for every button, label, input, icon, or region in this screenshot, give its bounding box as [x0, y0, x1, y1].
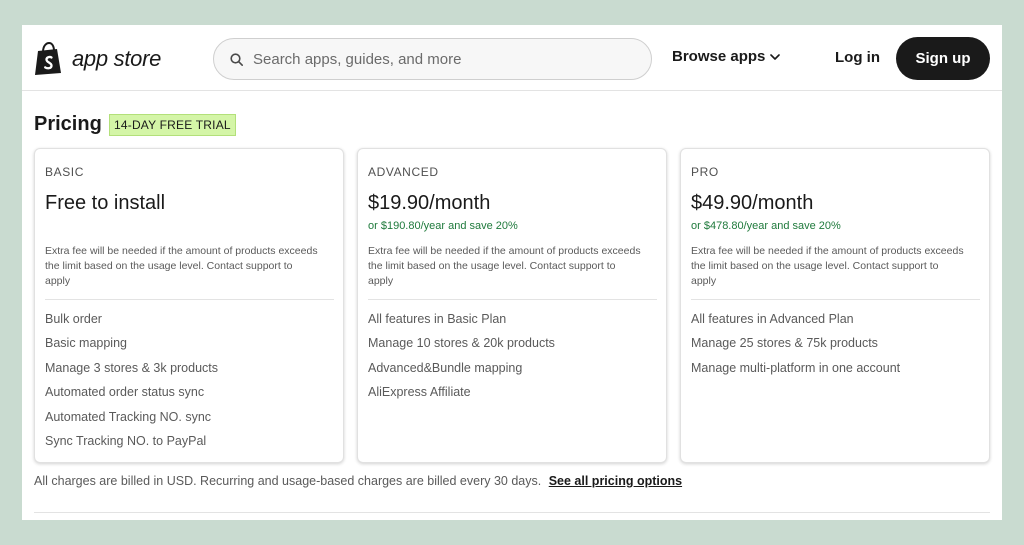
header: app store Browse apps Log in Sign up [22, 25, 1002, 91]
plan-price: $49.90/month [691, 192, 814, 214]
billing-footnote-text: All charges are billed in USD. Recurring… [34, 474, 542, 488]
search-input[interactable] [253, 50, 623, 68]
plan-feature: Automated Tracking NO. sync [45, 409, 212, 424]
plan-feature: Manage 10 stores & 20k products [368, 336, 555, 351]
search-icon [230, 52, 243, 66]
plan-feature: Automated order status sync [45, 385, 205, 400]
plan-feature: Basic mapping [45, 336, 127, 351]
shopify-bag-icon [35, 42, 61, 75]
plan-feature: All features in Advanced Plan [691, 312, 854, 326]
plan-feature-list: All features in Advanced Plan Manage 25 … [691, 311, 979, 384]
plan-feature: AliExpress Affiliate [368, 385, 471, 400]
plan-divider [368, 299, 657, 300]
plan-price: Free to install [45, 192, 166, 214]
plan-feature: Manage multi-platform in one account [691, 360, 901, 375]
plan-name: ADVANCED [368, 165, 439, 179]
plan-fee-note: Extra fee will be needed if the amount o… [45, 245, 318, 287]
plan-annual-price: or $190.80/year and save 20% [368, 220, 518, 232]
plan-feature: Advanced&Bundle mapping [368, 360, 523, 375]
browse-apps-menu[interactable]: Browse apps [672, 48, 781, 65]
billing-footnote: All charges are billed in USD. Recurring… [34, 474, 682, 488]
plan-divider [45, 299, 334, 300]
plan-fee-note: Extra fee will be needed if the amount o… [691, 245, 964, 287]
see-all-pricing-link[interactable]: See all pricing options [549, 474, 682, 488]
plan-feature-list: All features in Basic Plan Manage 10 sto… [368, 311, 656, 409]
plan-price: $19.90/month [368, 192, 491, 214]
section-divider [34, 512, 990, 513]
plan-feature: Bulk order [45, 312, 102, 326]
login-link[interactable]: Log in [835, 49, 880, 66]
plan-name: BASIC [45, 165, 85, 179]
plan-annual-price [45, 220, 333, 234]
plan-feature: All features in Basic Plan [368, 312, 507, 326]
free-trial-badge: 14-DAY FREE TRIAL [109, 114, 236, 136]
app-store-logo[interactable]: app store [34, 42, 161, 75]
plan-fee-note: Extra fee will be needed if the amount o… [368, 245, 641, 287]
plan-card-advanced: ADVANCED $19.90/month or $190.80/year an… [357, 148, 667, 463]
plan-annual-price: or $478.80/year and save 20% [691, 220, 841, 232]
plan-divider [691, 299, 980, 300]
logo-text: app store [72, 45, 162, 71]
plan-feature-list: Bulk order Basic mapping Manage 3 stores… [45, 311, 333, 457]
search-bar[interactable] [213, 38, 652, 80]
signup-button[interactable]: Sign up [896, 37, 990, 80]
page-frame: app store Browse apps Log in Sign up Pri… [22, 25, 1002, 520]
chevron-down-icon [770, 53, 781, 60]
plan-feature: Manage 25 stores & 75k products [691, 336, 878, 351]
plan-feature: Manage 3 stores & 3k products [45, 360, 219, 375]
plan-name: PRO [691, 165, 719, 179]
pricing-heading: Pricing [34, 113, 102, 135]
browse-apps-label: Browse apps [672, 48, 766, 65]
plan-card-basic: BASIC Free to install Extra fee will be … [34, 148, 344, 463]
plan-card-pro: PRO $49.90/month or $478.80/year and sav… [680, 148, 990, 463]
plan-feature: Sync Tracking NO. to PayPal [45, 433, 207, 448]
